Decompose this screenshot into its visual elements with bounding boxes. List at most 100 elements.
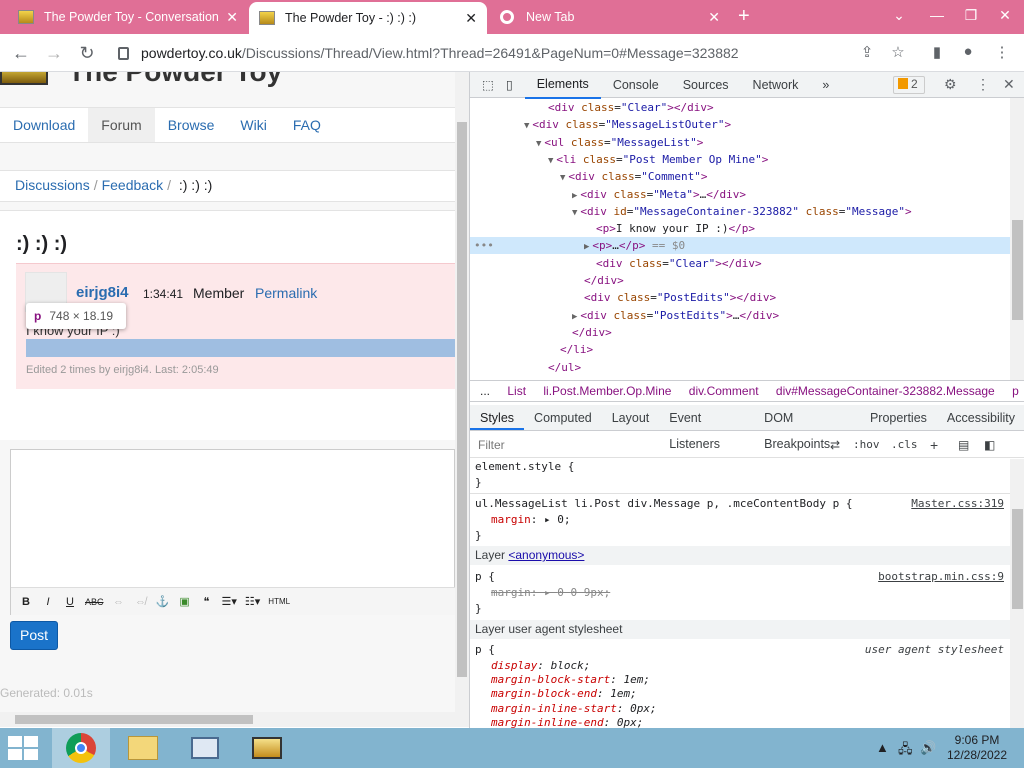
new-tab-plus-icon[interactable]: +	[738, 5, 750, 28]
share-icon[interactable]: ⇪	[857, 43, 877, 63]
strikethrough-button[interactable]: ABC	[85, 597, 104, 607]
italic-button[interactable]: I	[41, 596, 55, 608]
styles-pane[interactable]: element.style { } ul.MessageList li.Post…	[470, 459, 1010, 729]
tab-conversation[interactable]: The Powder Toy - Conversation ✕	[8, 0, 248, 34]
hov-button[interactable]: :hov	[853, 432, 880, 458]
image-icon[interactable]: ▣	[178, 595, 192, 608]
taskbar-remote-desktop-icon[interactable]	[176, 728, 234, 768]
tab-sources[interactable]: Sources	[671, 72, 741, 98]
rule-selector[interactable]: ul.MessageList li.Post div.Message p, .m…	[475, 496, 853, 512]
tab-event-listeners[interactable]: Event Listeners	[659, 405, 754, 451]
device-toolbar-icon[interactable]: ▯	[506, 72, 525, 98]
tab-network[interactable]: Network	[741, 72, 811, 98]
dom-scrollbar[interactable]	[1010, 98, 1024, 380]
dom-breadcrumb-item[interactable]: li.Post.Member.Op.Mine	[543, 384, 671, 398]
menu-browse[interactable]: Browse	[155, 108, 228, 142]
restore-icon[interactable]: ❐	[954, 0, 988, 30]
taskbar-clock[interactable]: 9:06 PM 12/28/2022	[937, 733, 1017, 763]
tab-accessibility[interactable]: Accessibility	[937, 405, 1024, 430]
dom-breadcrumb-item[interactable]: p	[1012, 384, 1019, 398]
scroll-thumb[interactable]	[1012, 509, 1023, 609]
tab-elements[interactable]: Elements	[524, 71, 601, 99]
post-button[interactable]: Post	[10, 621, 58, 650]
rule-source-link[interactable]: Master.css:319	[911, 496, 1004, 512]
style-declaration[interactable]: margin: ▸ 0;	[491, 512, 571, 528]
quote-icon[interactable]: ❝	[200, 595, 214, 608]
html-button[interactable]: HTML	[268, 597, 290, 606]
show-hidden-icons-icon[interactable]: ▲	[876, 740, 889, 755]
style-declaration[interactable]: margin: ▸ 0 0 9px;	[491, 585, 610, 601]
menu-faq[interactable]: FAQ	[280, 108, 334, 142]
bullet-list-icon[interactable]: ☰▾	[222, 595, 237, 608]
taskbar-file-explorer-icon[interactable]	[114, 728, 172, 768]
rule-source-link[interactable]: bootstrap.min.css:9	[878, 569, 1004, 585]
post-author[interactable]: eirjg8i4	[76, 284, 129, 301]
tab-layout[interactable]: Layout	[602, 405, 660, 430]
bold-button[interactable]: B	[19, 596, 33, 608]
forward-arrow-icon[interactable]: →	[41, 40, 67, 66]
close-devtools-icon[interactable]: ✕	[1003, 76, 1015, 93]
dom-tree[interactable]: <div class="Clear"></div> ▼ <div class="Me…	[470, 98, 1010, 380]
breadcrumb-feedback[interactable]: Feedback	[102, 177, 163, 193]
layer-link[interactable]: <anonymous>	[508, 548, 584, 562]
side-panel-icon[interactable]: ▮	[927, 43, 947, 63]
dom-breadcrumb-item[interactable]: div#MessageContainer-323882.Message	[776, 384, 995, 398]
close-tab-icon[interactable]: ✕	[226, 9, 238, 26]
menu-kebab-icon[interactable]: ⋮	[992, 43, 1012, 63]
styles-scrollbar[interactable]	[1010, 459, 1024, 728]
styles-filter[interactable]: Filter ⇄ :hov .cls + ▤ ◧	[470, 432, 1024, 458]
tab-computed[interactable]: Computed	[524, 405, 602, 430]
rule-selector[interactable]: p {	[475, 569, 495, 585]
more-tabs-icon[interactable]: »	[810, 72, 841, 98]
dom-breadcrumb-item[interactable]: div.Comment	[689, 384, 759, 398]
tab-search-chevron-icon[interactable]: ⌄	[882, 0, 916, 30]
volume-icon[interactable]: 🔊	[920, 740, 936, 756]
page-horizontal-scrollbar[interactable]	[0, 712, 455, 727]
computed-styles-icon[interactable]: ▤	[958, 432, 969, 458]
link-icon[interactable]: ⇔	[112, 596, 126, 608]
devtools-menu-icon[interactable]: ⋮	[976, 76, 990, 93]
tab-styles[interactable]: Styles	[470, 405, 525, 430]
profile-avatar-icon[interactable]: ●	[958, 43, 978, 63]
taskbar-powder-toy-icon[interactable]	[238, 728, 296, 768]
menu-wiki[interactable]: Wiki	[227, 108, 279, 142]
scroll-thumb[interactable]	[457, 122, 467, 677]
underline-button[interactable]: U	[63, 596, 77, 608]
new-style-rule-icon[interactable]: +	[930, 432, 938, 458]
scroll-thumb[interactable]	[1012, 220, 1023, 320]
menu-download[interactable]: Download	[0, 108, 88, 142]
tab-console[interactable]: Console	[601, 72, 671, 98]
permalink[interactable]: Permalink	[255, 285, 317, 301]
tab-dom-breakpoints[interactable]: DOM Breakpoints	[754, 405, 860, 451]
unlink-icon[interactable]: ⇎	[134, 596, 148, 608]
inspect-element-icon[interactable]: ⬚	[470, 72, 506, 98]
element-style-rule[interactable]: element.style {	[475, 459, 574, 475]
reload-icon[interactable]: ↻	[74, 40, 100, 66]
settings-gear-icon[interactable]: ⚙	[944, 76, 957, 93]
cls-button[interactable]: .cls	[891, 432, 918, 458]
breadcrumb-discussions[interactable]: Discussions	[15, 177, 90, 193]
dom-node-selected[interactable]: ••• ▶ <p>…</p> == $0	[470, 237, 1010, 255]
toggle-element-state-icon[interactable]: ⇄	[830, 432, 840, 458]
network-icon[interactable]: 🖧	[898, 740, 913, 762]
toggle-sidebar-icon[interactable]: ◧	[984, 432, 995, 458]
tab-thread-active[interactable]: The Powder Toy - :) :) :) ✕	[249, 2, 487, 34]
back-arrow-icon[interactable]: ←	[8, 40, 34, 66]
bookmark-star-icon[interactable]: ☆	[888, 43, 908, 63]
tab-properties[interactable]: Properties	[860, 405, 937, 430]
page-vertical-scrollbar[interactable]	[455, 72, 469, 727]
dom-breadcrumb-item[interactable]: List	[507, 384, 526, 398]
address-bar[interactable]: powdertoy.co.uk/Discussions/Thread/View.…	[106, 37, 846, 69]
filter-input[interactable]: Filter	[478, 438, 505, 452]
numbered-list-icon[interactable]: ☷▾	[245, 595, 260, 608]
anchor-icon[interactable]: ⚓	[156, 595, 170, 608]
menu-forum[interactable]: Forum	[88, 108, 155, 142]
dom-breadcrumb-more[interactable]: ...	[480, 384, 490, 398]
issues-badge[interactable]: 2	[893, 76, 925, 94]
close-tab-icon[interactable]: ✕	[465, 10, 477, 27]
close-tab-icon[interactable]: ✕	[708, 9, 720, 26]
taskbar-chrome-icon[interactable]	[52, 728, 110, 768]
windows-start-icon[interactable]	[8, 736, 38, 760]
reply-editor[interactable]: B I U ABC ⇔ ⇎ ⚓ ▣ ❝ ☰▾ ☷▾ HTML	[10, 449, 455, 615]
site-header[interactable]: The Powder Toy	[0, 72, 282, 88]
